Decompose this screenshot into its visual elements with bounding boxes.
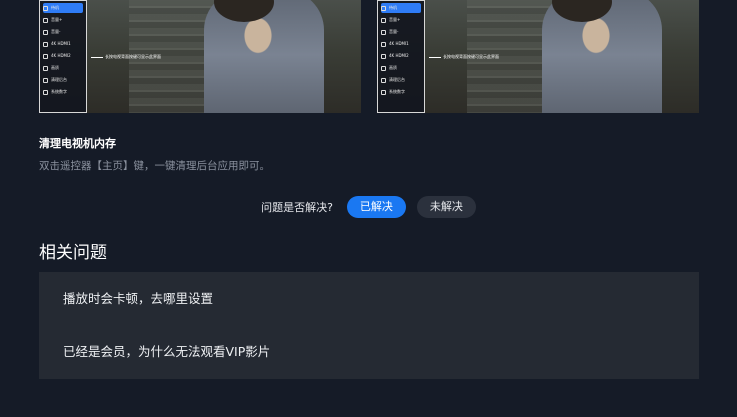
feedback-question: 问题是否解决?: [261, 201, 333, 214]
menu-item: 4K HDMI2: [43, 51, 83, 61]
tv-menu-screenshot-right: 待机 音量+ 音量- 4K HDMI1 4K HDMI2 画质 清理后台 系统数…: [377, 0, 699, 113]
menu-item: 4K HDMI1: [43, 39, 83, 49]
menu-item: 系统数字: [43, 87, 83, 97]
related-list: 播放时会卡顿，去哪里设置 已经是会员，为什么无法观看VIP影片: [39, 272, 699, 379]
settings-icon: [381, 89, 386, 95]
menu-item: 4K HDMI1: [381, 39, 421, 49]
related-item[interactable]: 播放时会卡顿，去哪里设置: [39, 272, 699, 325]
related-item[interactable]: 已经是会员，为什么无法观看VIP影片: [39, 325, 699, 378]
tip-title: 清理电视机内存: [39, 137, 116, 150]
menu-item: 清理后台: [381, 75, 421, 85]
menu-item: 音量-: [381, 27, 421, 37]
menu-item: 系统数字: [381, 87, 421, 97]
person-figure: [204, 0, 324, 113]
tv-side-menu: 待机 音量+ 音量- 4K HDMI1 4K HDMI2 画质 清理后台 系统数…: [377, 0, 425, 113]
power-icon: [381, 5, 386, 11]
tip-description: 双击遥控器【主页】键，一键清理后台应用即可。: [39, 160, 270, 172]
volume-down-icon: [43, 29, 48, 35]
tv-side-menu: 待机 音量+ 音量- 4K HDMI1 4K HDMI2 画质 清理后台 系统数…: [39, 0, 87, 113]
hdmi-icon: [43, 41, 48, 47]
menu-item: 音量+: [381, 15, 421, 25]
chart-icon: [381, 65, 386, 71]
menu-item: 4K HDMI2: [381, 51, 421, 61]
menu-item: 画质: [43, 63, 83, 73]
menu-item: 音量-: [43, 27, 83, 37]
tv-menu-screenshot-left: 待机 音量+ 音量- 4K HDMI1 4K HDMI2 画质 清理后台 系统数…: [39, 0, 361, 113]
menu-item: 音量+: [43, 15, 83, 25]
shield-icon: [43, 77, 48, 83]
resolved-button[interactable]: 已解决: [346, 196, 406, 218]
volume-down-icon: [381, 29, 386, 35]
settings-icon: [43, 89, 48, 95]
callout-line: [429, 56, 441, 58]
menu-item: 待机: [43, 3, 83, 13]
feedback-row: 问题是否解决? 已解决 未解决: [0, 196, 737, 218]
menu-item: 待机: [381, 3, 421, 13]
menu-item: 清理后台: [43, 75, 83, 85]
related-title: 相关问题: [39, 243, 107, 263]
callout: 长按电视背面按键可显示此界面: [91, 54, 161, 60]
menu-item: 画质: [381, 63, 421, 73]
unresolved-button[interactable]: 未解决: [416, 196, 476, 218]
shield-icon: [381, 77, 386, 83]
person-figure: [542, 0, 662, 113]
hdmi-icon: [381, 41, 386, 47]
hdmi-icon: [43, 53, 48, 59]
callout: 长按电视背面按键可显示此界面: [429, 54, 499, 60]
chart-icon: [43, 65, 48, 71]
volume-up-icon: [43, 17, 48, 23]
hdmi-icon: [381, 53, 386, 59]
power-icon: [43, 5, 48, 11]
volume-up-icon: [381, 17, 386, 23]
callout-line: [91, 56, 103, 58]
